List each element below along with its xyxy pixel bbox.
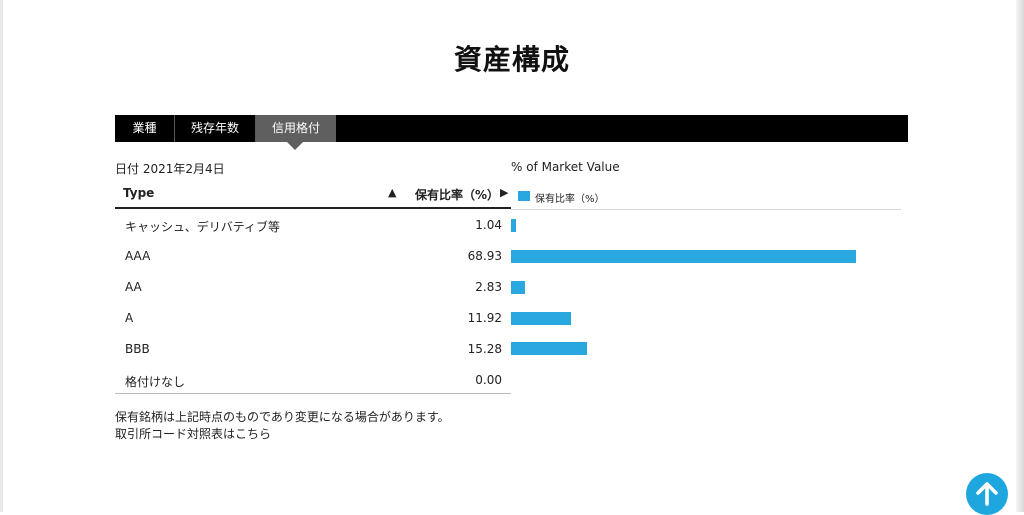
- chart-top-rule: [511, 209, 901, 210]
- as-of-date: 日付 2021年2月4日: [115, 162, 225, 176]
- chart-title: % of Market Value: [511, 160, 620, 174]
- holdings-disclaimer: 保有銘柄は上記時点のものであり変更になる場合があります。: [115, 410, 450, 424]
- table-row-value-a: 11.92: [467, 311, 502, 325]
- active-tab-pointer: [287, 142, 303, 150]
- table-row-label-aa: AA: [125, 280, 142, 294]
- legend-label: 保有比率（%）: [535, 194, 605, 205]
- triangle-right-icon[interactable]: ▶: [500, 186, 508, 199]
- arrow-up-icon: [976, 482, 998, 506]
- table-row-value-aaa: 68.93: [467, 249, 502, 263]
- exchange-code-line: 取引所コード対照表はこちら: [115, 425, 271, 442]
- page-title: 資産構成: [453, 43, 570, 76]
- bar-bbb: [511, 342, 588, 355]
- table-row-label-unrated: 格付けなし: [125, 375, 186, 389]
- column-header-ratio: 保有比率（%）: [415, 188, 500, 202]
- table-row-value-cash: 1.04: [475, 218, 502, 232]
- table-row-label-a: A: [125, 311, 134, 325]
- table-row-value-unrated: 0.00: [475, 373, 502, 387]
- tab-credit-rating[interactable]: 信用格付: [256, 115, 336, 142]
- exchange-code-link[interactable]: こちら: [235, 427, 271, 441]
- exchange-code-text: 取引所コード対照表は: [115, 427, 236, 441]
- table-row-value-bbb: 15.28: [467, 342, 502, 356]
- scroll-to-top-button[interactable]: [966, 473, 1008, 515]
- tab-bar: 業種 残存年数 信用格付: [115, 115, 908, 142]
- table-row-label-aaa: AAA: [125, 249, 151, 263]
- table-row-label-bbb: BBB: [125, 342, 150, 356]
- table-bottom-divider: [115, 393, 511, 394]
- bar-aaa: [511, 250, 856, 263]
- table-row-value-aa: 2.83: [475, 280, 502, 294]
- tab-industry[interactable]: 業種: [115, 115, 175, 142]
- bar-a: [511, 312, 571, 325]
- sort-up-icon[interactable]: ▲: [388, 186, 396, 199]
- column-header-type: Type: [123, 186, 155, 200]
- table-row-label-cash: キャッシュ、デリバティブ等: [125, 220, 281, 234]
- bar-cash: [511, 219, 517, 232]
- legend-swatch: [518, 191, 530, 201]
- tab-remaining-years[interactable]: 残存年数: [175, 115, 256, 142]
- bar-aa: [511, 281, 526, 294]
- table-header-divider: [115, 207, 511, 209]
